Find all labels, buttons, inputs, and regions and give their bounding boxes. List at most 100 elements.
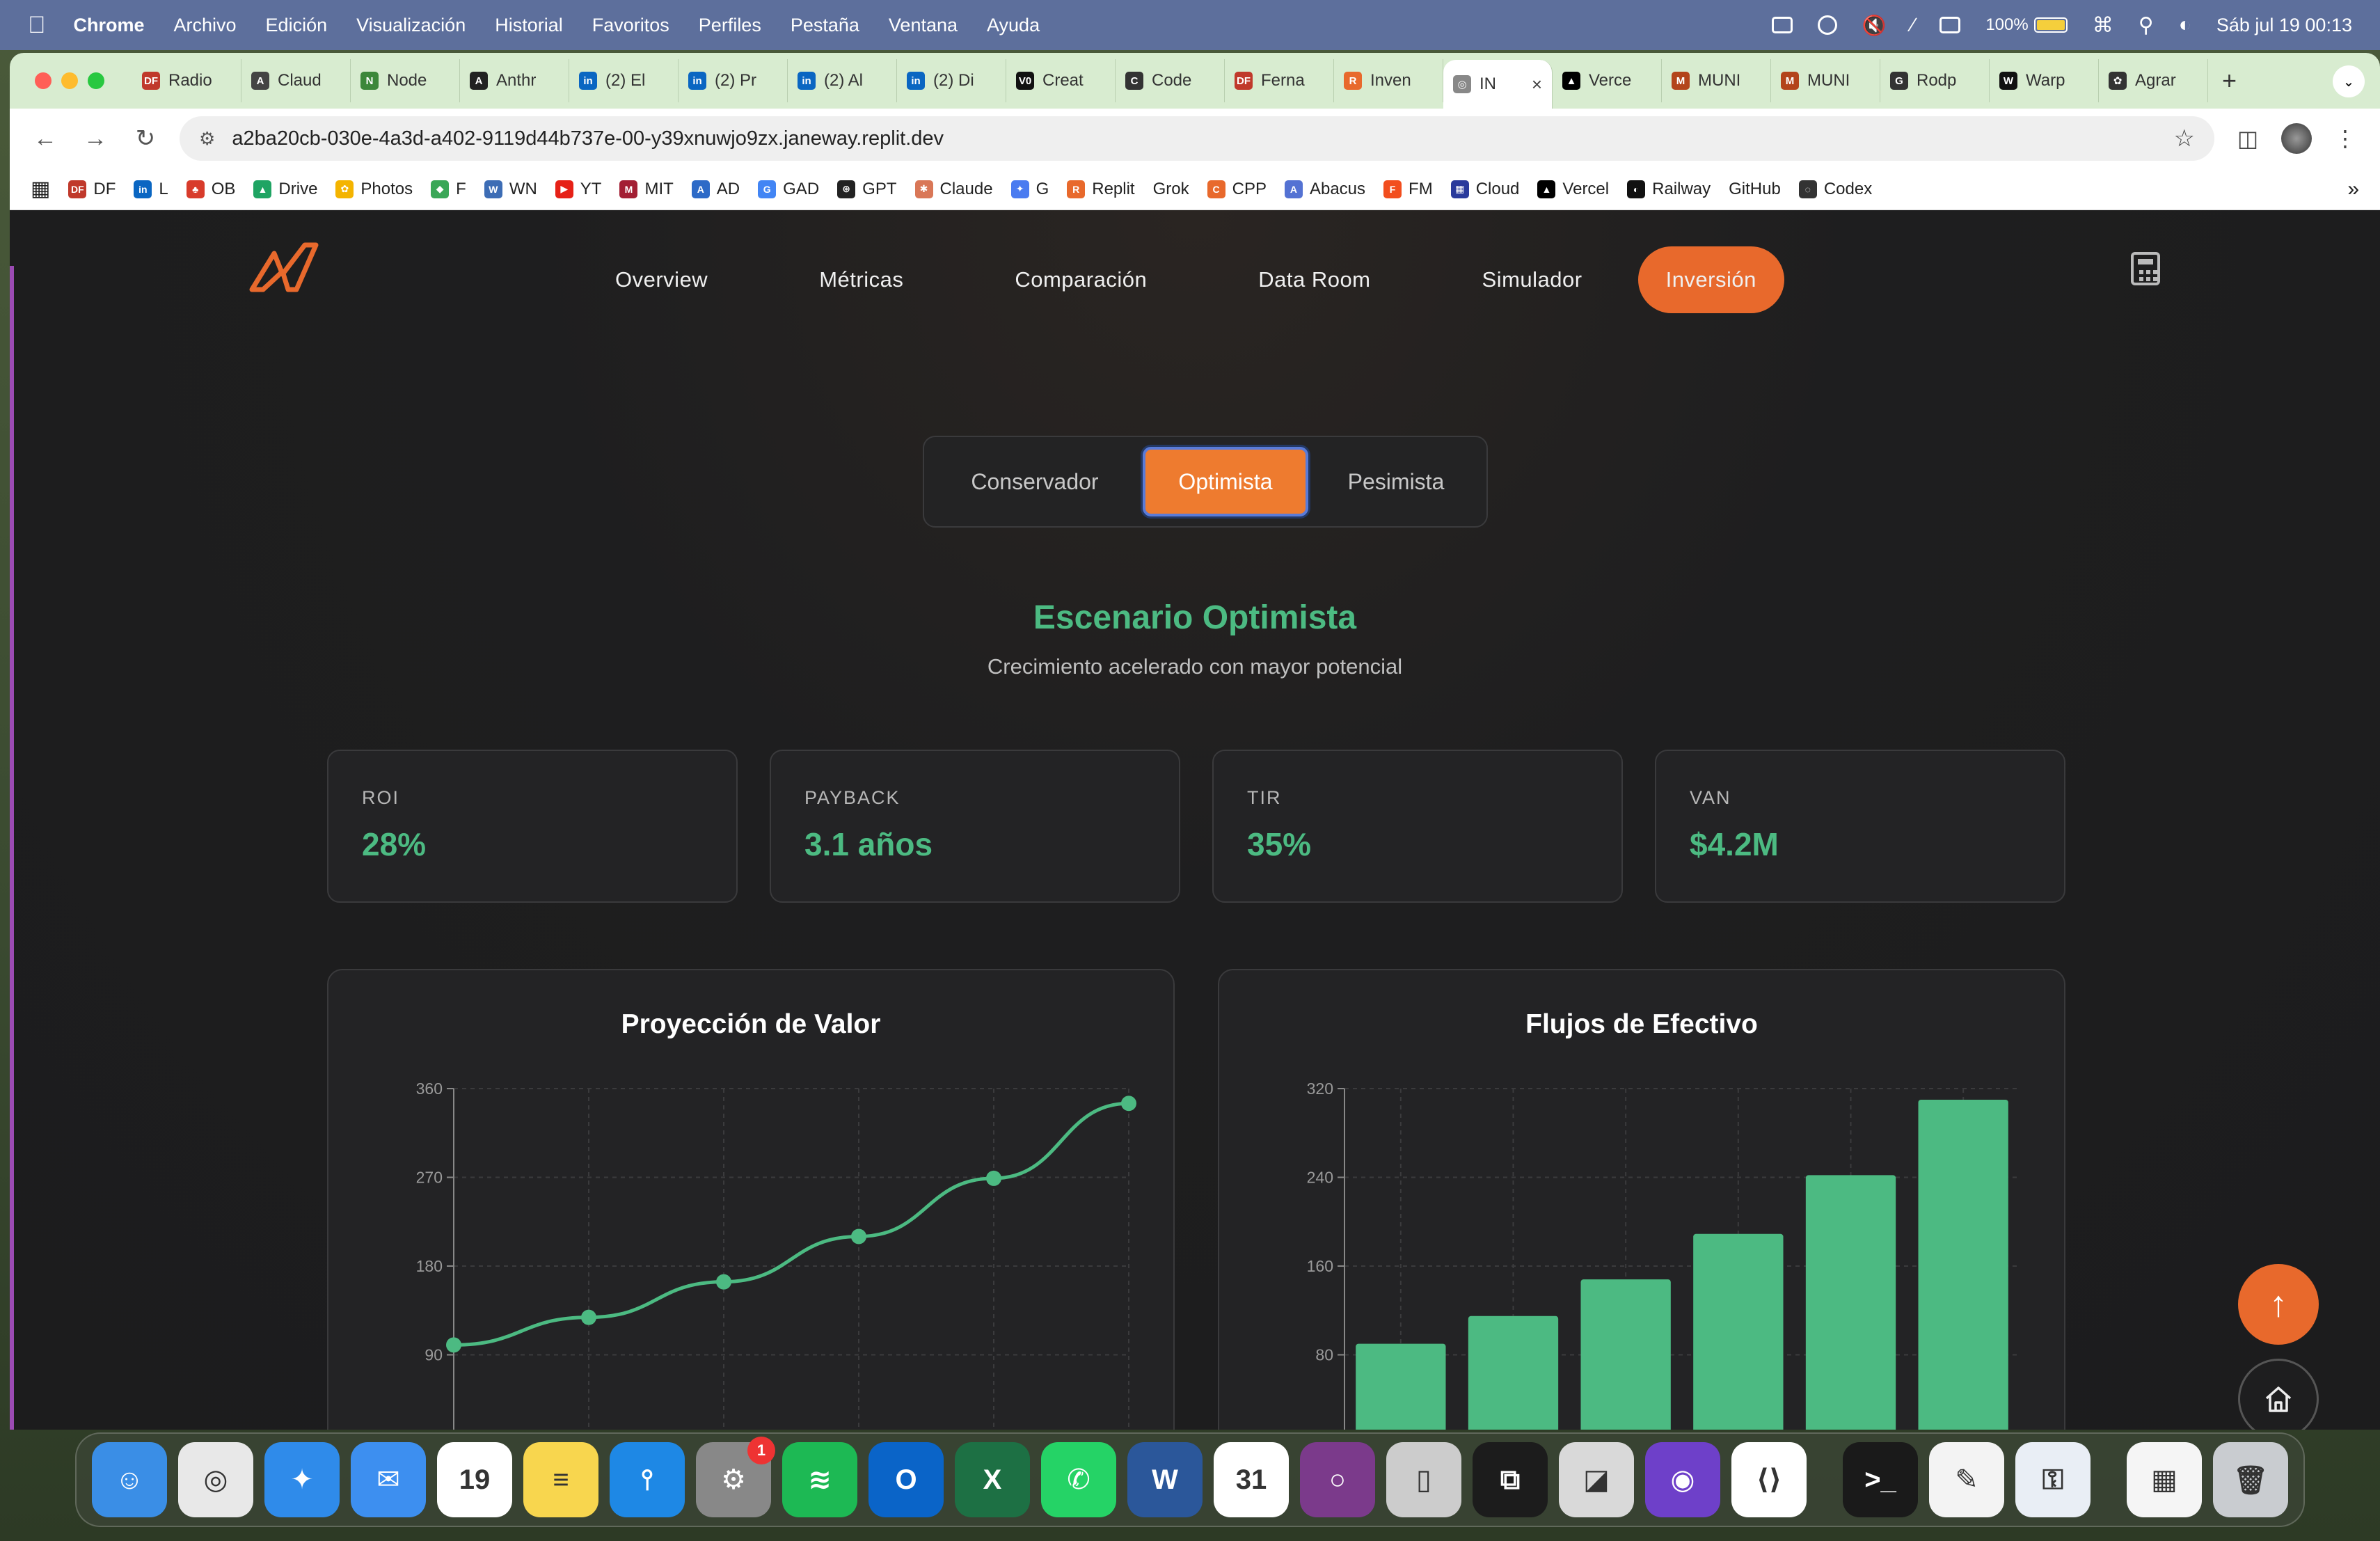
dock-passwords-icon[interactable]: ⚿ — [2015, 1442, 2091, 1517]
dock-finder-icon[interactable]: ☺ — [92, 1442, 167, 1517]
dock-arc-icon[interactable]: ○ — [1300, 1442, 1375, 1517]
browser-tab[interactable]: in (2) El — [569, 59, 679, 102]
control-center-icon[interactable]: ◐ — [2179, 13, 2191, 37]
bookmark-item[interactable]: A AD — [691, 180, 740, 199]
dock-word-icon[interactable]: W — [1127, 1442, 1203, 1517]
dock-chrome-icon[interactable]: ◎ — [178, 1442, 253, 1517]
scenario-pesimista-button[interactable]: Pesimista — [1315, 447, 1477, 516]
dock-github-desktop-icon[interactable]: ◉ — [1645, 1442, 1720, 1517]
nav-link-inversion[interactable]: Inversión — [1637, 246, 1784, 313]
bookmark-item[interactable]: C CPP — [1207, 180, 1267, 199]
nav-link-data-room[interactable]: Data Room — [1203, 246, 1426, 313]
menubar-item-visualizacion[interactable]: Visualización — [356, 15, 466, 36]
dock-terminal-icon[interactable]: >_ — [1843, 1442, 1918, 1517]
apple-icon[interactable]:  — [28, 12, 46, 39]
data-point[interactable] — [716, 1274, 731, 1290]
bar[interactable] — [1805, 1175, 1896, 1430]
menubar-datetime[interactable]: Sáb jul 19 00:13 — [2216, 15, 2352, 36]
bookmark-item[interactable]: W WN — [484, 180, 537, 199]
browser-tab[interactable]: M MUNI — [1771, 59, 1880, 102]
data-point[interactable] — [986, 1170, 1001, 1186]
nav-link-metricas[interactable]: Métricas — [763, 246, 959, 313]
dock-vscode-icon[interactable]: ⟨⟩ — [1731, 1442, 1807, 1517]
play-status-icon[interactable] — [1817, 15, 1837, 35]
apps-grid-icon[interactable]: ▦ — [31, 177, 50, 201]
dock-safari-icon[interactable]: ✦ — [264, 1442, 340, 1517]
close-tab-icon[interactable]: × — [1532, 74, 1542, 95]
bookmark-item[interactable]: ◌ Codex — [1798, 180, 1872, 199]
browser-tab[interactable]: W Warp — [1990, 59, 2099, 102]
bookmark-item[interactable]: ◆ F — [431, 180, 466, 199]
pen-status-icon[interactable]: ∕ — [1912, 14, 1915, 36]
bookmark-item[interactable]: ▶ YT — [555, 180, 601, 199]
data-point[interactable] — [581, 1309, 596, 1325]
back-arrow-icon[interactable]: ← — [29, 125, 61, 152]
browser-tab[interactable]: A Anthr — [460, 59, 569, 102]
home-button[interactable] — [2238, 1359, 2319, 1430]
dock-settings-icon[interactable]: ⚙ 1 — [696, 1437, 775, 1517]
bookmark-item[interactable]: F FM — [1383, 180, 1433, 199]
nav-link-overview[interactable]: Overview — [615, 246, 763, 313]
bar[interactable] — [1918, 1099, 2008, 1430]
dock-excel-icon[interactable]: X — [955, 1442, 1030, 1517]
browser-tab[interactable]: in (2) Al — [788, 59, 897, 102]
minimize-window-button[interactable] — [61, 72, 78, 89]
data-point[interactable] — [1121, 1096, 1136, 1112]
bar[interactable] — [1693, 1233, 1784, 1430]
menubar-item-favoritos[interactable]: Favoritos — [592, 15, 669, 36]
address-bar[interactable]: ⚙ a2ba20cb-030e-4a3d-a402-9119d44b737e-0… — [180, 116, 2214, 161]
bookmark-item[interactable]: ◐ Railway — [1627, 180, 1711, 199]
browser-tab[interactable]: A Claud — [241, 59, 351, 102]
close-window-button[interactable] — [35, 72, 51, 89]
battery-indicator[interactable]: 100% — [1985, 15, 2068, 35]
bookmark-item[interactable]: R Replit — [1067, 180, 1135, 199]
browser-tab[interactable]: ▲ Verce — [1553, 59, 1662, 102]
dock-whatsapp-icon[interactable]: ✆ — [1041, 1442, 1116, 1517]
bookmark-item[interactable]: ✿ Photos — [335, 180, 413, 199]
scroll-to-top-button[interactable]: ↑ — [2238, 1264, 2319, 1345]
menubar-item-edicion[interactable]: Edición — [266, 15, 328, 36]
forward-arrow-icon[interactable]: → — [79, 125, 111, 152]
bookmark-item[interactable]: ▦ Cloud — [1450, 180, 1519, 199]
tab-search-chevron-icon[interactable]: ⌄ — [2333, 65, 2365, 97]
browser-tab[interactable]: C Code — [1116, 59, 1225, 102]
reload-icon[interactable]: ↻ — [129, 125, 161, 152]
dock-calendar-icon[interactable]: 19 — [437, 1442, 512, 1517]
drive-status-icon[interactable] — [1771, 17, 1793, 33]
bookmark-star-icon[interactable]: ☆ — [2174, 125, 2195, 152]
new-tab-button[interactable]: + — [2222, 66, 2237, 95]
bar[interactable] — [1356, 1343, 1446, 1430]
browser-tab[interactable]: in (2) Pr — [679, 59, 788, 102]
bookmark-item[interactable]: A Abacus — [1284, 180, 1365, 199]
scenario-conservador-button[interactable]: Conservador — [934, 447, 1136, 516]
browser-tab[interactable]: ◎ IN × — [1443, 60, 1553, 109]
site-info-icon[interactable]: ⚙ — [199, 128, 215, 150]
display-status-icon[interactable] — [1939, 17, 1961, 33]
browser-tab[interactable]: R Inven — [1334, 59, 1443, 102]
profile-avatar[interactable] — [2281, 123, 2312, 154]
browser-tab[interactable]: G Rodp — [1880, 59, 1990, 102]
menubar-item-perfiles[interactable]: Perfiles — [699, 15, 761, 36]
dock-replit-icon[interactable]: ⧉ — [1473, 1442, 1548, 1517]
extensions-puzzle-icon[interactable]: ◫ — [2232, 123, 2263, 154]
menubar-item-historial[interactable]: Historial — [495, 15, 563, 36]
mute-icon[interactable]: 🔇 — [1862, 14, 1887, 37]
data-point[interactable] — [446, 1337, 461, 1353]
browser-tab[interactable]: M MUNI — [1662, 59, 1771, 102]
menubar-item-pestana[interactable]: Pestaña — [791, 15, 859, 36]
dock-trash-icon[interactable]: 🗑 — [2213, 1442, 2288, 1517]
bar[interactable] — [1468, 1315, 1559, 1430]
bookmark-item[interactable]: ▲ Drive — [253, 180, 317, 199]
bookmark-item[interactable]: ♣ OB — [186, 180, 235, 199]
bookmark-item[interactable]: ✱ Claude — [914, 180, 993, 199]
bar[interactable] — [1580, 1279, 1671, 1430]
site-logo[interactable] — [246, 241, 323, 297]
bookmarks-overflow-icon[interactable]: » — [2347, 177, 2359, 201]
menubar-item-ayuda[interactable]: Ayuda — [987, 15, 1040, 36]
scenario-optimista-button[interactable]: Optimista — [1142, 447, 1309, 516]
bookmark-item[interactable]: Grok — [1153, 180, 1189, 199]
browser-tab[interactable]: in (2) Di — [897, 59, 1006, 102]
browser-tab[interactable]: V0 Creat — [1006, 59, 1116, 102]
dock-outlook-icon[interactable]: O — [868, 1442, 944, 1517]
bookmark-item[interactable]: GitHub — [1729, 180, 1781, 199]
